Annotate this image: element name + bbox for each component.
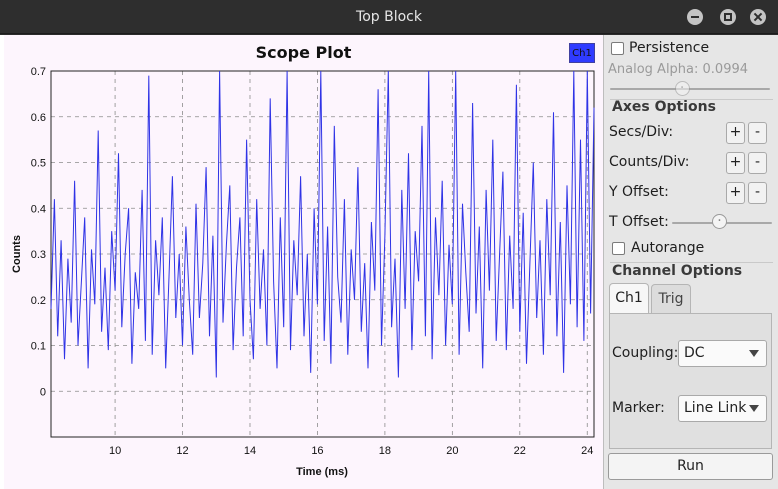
y-tick-label: 0.7 (31, 66, 46, 78)
scope-plot-panel[interactable]: 10 12 14 16 18 20 22 24 0 0.1 0.2 0.3 0.4 0.5 0.6 0.7 T… (4, 35, 603, 489)
plot-title: Scope Plot (255, 43, 352, 62)
chevron-down-icon (749, 405, 759, 412)
channel-options-heading: Channel Options (612, 263, 743, 279)
x-tick-label: 10 (109, 445, 121, 457)
y-tick-label: 0.6 (31, 112, 46, 124)
window-title: Top Block (356, 9, 422, 25)
run-button[interactable]: Run (608, 453, 773, 480)
t-offset-label: T Offset: (609, 214, 669, 230)
y-tick-label: 0.1 (31, 341, 46, 353)
coupling-label: Coupling: (612, 345, 679, 361)
autorange-checkbox[interactable] (612, 242, 625, 255)
minimize-icon[interactable] (687, 9, 703, 25)
tab-trig[interactable]: Trig (651, 284, 691, 313)
plot-grid (51, 70, 594, 437)
channel-tab-pane (609, 313, 772, 449)
marker-select[interactable]: Line Link (678, 395, 767, 422)
x-tick-label: 22 (514, 445, 526, 457)
x-tick-label: 18 (379, 445, 391, 457)
counts-div-label: Counts/Div: (609, 154, 690, 170)
persistence-label: Persistence (629, 40, 710, 56)
y-offset-plus-button[interactable]: + (726, 182, 745, 204)
x-tick-label: 14 (244, 445, 256, 457)
y-axis-label: Counts (11, 235, 23, 273)
x-axis-label: Time (ms) (296, 466, 348, 478)
analog-alpha-slider-knob[interactable] (674, 81, 690, 96)
y-offset-label: Y Offset: (609, 184, 669, 200)
window-titlebar[interactable]: Top Block (0, 0, 778, 34)
secs-div-minus-button[interactable]: - (748, 122, 767, 144)
controls-panel: Persistence Analog Alpha: 0.0994 Axes Op… (603, 35, 778, 489)
coupling-value: DC (684, 345, 705, 361)
x-tick-label: 20 (446, 445, 458, 457)
y-tick-label: 0 (40, 386, 46, 398)
autorange-label: Autorange (631, 240, 705, 256)
tab-ch1[interactable]: Ch1 (609, 283, 649, 313)
maximize-icon[interactable] (720, 9, 736, 25)
secs-div-plus-button[interactable]: + (726, 122, 745, 144)
t-offset-slider-knob[interactable] (712, 214, 727, 229)
axes-options-heading: Axes Options (612, 99, 716, 115)
y-tick-label: 0.5 (31, 158, 46, 170)
persistence-checkbox[interactable] (611, 42, 624, 55)
x-tick-label: 12 (176, 445, 188, 457)
y-tick-label: 0.4 (31, 203, 46, 215)
analog-alpha-slider-track[interactable] (610, 88, 770, 90)
y-tick-label: 0.2 (31, 295, 46, 307)
y-offset-minus-button[interactable]: - (748, 182, 767, 204)
scope-plot-canvas[interactable]: 10 12 14 16 18 20 22 24 0 0.1 0.2 0.3 0.4 0.5 0.6 0.7 T… (4, 35, 603, 489)
secs-div-label: Secs/Div: (609, 124, 674, 140)
analog-alpha-label: Analog Alpha: 0.0994 (608, 62, 749, 77)
counts-div-minus-button[interactable]: - (748, 152, 767, 174)
marker-value: Line Link (684, 400, 747, 416)
marker-label: Marker: (612, 400, 665, 416)
close-icon[interactable] (750, 9, 766, 25)
y-tick-label: 0.3 (31, 249, 46, 261)
counts-div-plus-button[interactable]: + (726, 152, 745, 174)
coupling-select[interactable]: DC (678, 340, 767, 367)
chevron-down-icon (749, 350, 759, 357)
x-tick-label: 16 (311, 445, 323, 457)
x-tick-label: 24 (581, 445, 593, 457)
legend-ch1[interactable]: Ch1 (569, 43, 595, 63)
